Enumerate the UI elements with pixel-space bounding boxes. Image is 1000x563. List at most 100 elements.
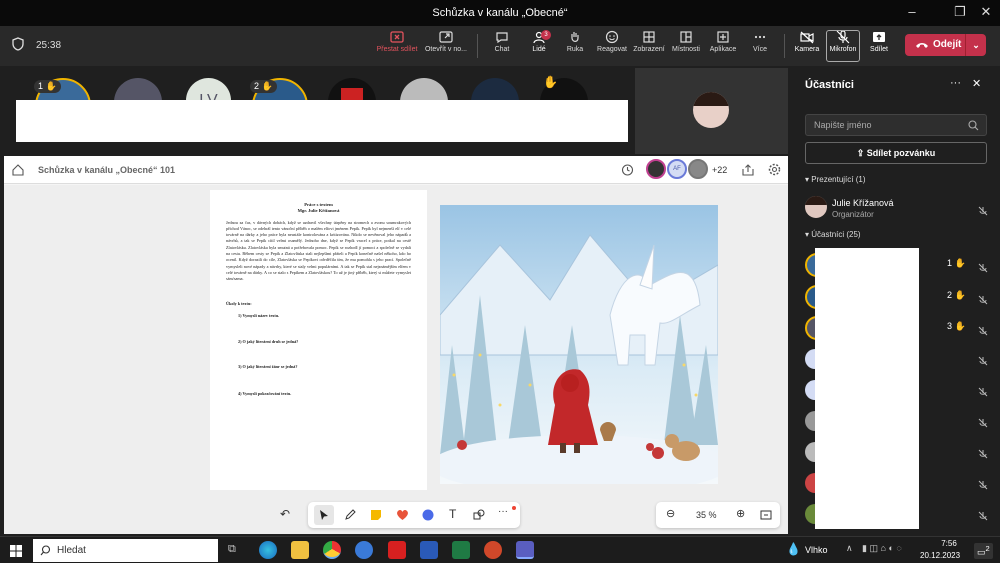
raised-hand-badge: 3 ✋ [947,321,966,331]
panel-more-icon[interactable]: ··· [950,77,961,89]
pen-icon[interactable] [344,509,356,521]
maximize-icon[interactable]: ❐ [950,4,970,20]
weather-text[interactable]: Vlhko [805,545,828,555]
app-icon[interactable] [355,541,373,559]
presenters-section-toggle[interactable]: ▾ Prezentující (1) [805,175,866,184]
notification-center-icon[interactable]: ▭2 [974,543,993,559]
microphone-active-outline [826,30,860,62]
participant-search-input[interactable]: Napište jméno [805,114,987,136]
mic-off-icon[interactable] [978,260,988,278]
zoom-level: 35 % [696,510,717,520]
task-item: 4) Vymysli pokračování textu. [238,390,292,396]
redacted-names [815,248,919,529]
mic-off-icon[interactable] [978,384,988,402]
fit-to-screen-icon[interactable] [760,510,772,520]
close-icon[interactable]: ✕ [976,4,996,20]
collaborator-avatar[interactable] [646,159,666,179]
task-view-icon[interactable]: ⧉ [228,543,236,556]
mic-off-icon[interactable] [978,203,988,221]
home-icon[interactable] [12,164,24,176]
select-tool-button[interactable] [314,505,334,525]
notification-dot [512,506,516,510]
settings-gear-icon[interactable] [768,163,781,176]
edge-icon[interactable] [259,541,277,559]
zoom-in-icon[interactable]: ⊕ [736,507,745,520]
collaborator-avatar[interactable] [688,159,708,179]
reaction-heart-icon[interactable] [396,509,409,521]
hang-up-icon [916,43,928,48]
search-icon [968,120,979,131]
mic-off-icon[interactable] [978,292,988,310]
mic-off-icon[interactable] [978,415,988,433]
shared-content-area: Schůzka v kanálu „Obecné“ 101 AF +22 Prá… [4,156,788,534]
share-button[interactable]: Sdílet [857,30,901,53]
more-tools-icon[interactable]: ··· [498,506,508,517]
taskbar-search-input[interactable]: Hledat [33,539,218,562]
raised-hand-badge: 2 ✋ [947,290,966,300]
hair-shape [805,196,827,205]
clock-time[interactable]: 7:56 [933,539,965,548]
stop-sharing-button[interactable]: Přestat sdílet [375,30,419,53]
tray-chevron-icon[interactable]: ∧ [846,543,853,554]
minimize-icon[interactable]: – [902,4,922,19]
share-out-icon[interactable] [742,164,754,176]
mic-off-icon[interactable] [978,477,988,495]
comment-icon[interactable] [422,509,434,521]
panel-close-icon[interactable]: ✕ [972,77,981,90]
grid-icon [643,31,655,43]
clock-date[interactable]: 20.12.2023 [920,551,960,560]
share-invite-button[interactable]: ⇪ Sdílet pozvánku [805,142,987,164]
self-avatar [693,92,729,128]
open-window-icon [439,31,453,43]
collaborator-count[interactable]: +22 [712,165,727,175]
tray-icons[interactable]: ▮ ◫ ⌂ ◐ ◌ [862,543,902,554]
rooms-icon [680,31,692,43]
leave-options-chevron-icon[interactable]: ⌄ [965,34,986,56]
mic-off-icon[interactable] [978,446,988,464]
raised-hand-indicator: 2 ✋ [250,80,277,93]
presenter-avatar[interactable] [805,196,827,218]
presenter-role: Organizátor [832,210,874,219]
winter-illustration [440,205,718,484]
mic-off-icon[interactable] [978,353,988,371]
window-title: Schůzka v kanálu „Obecné“ [432,7,568,19]
teams-icon[interactable] [516,541,534,559]
attendees-section-toggle[interactable]: ▾ Účastníci (25) [805,230,861,239]
raised-hand-badge: 1 ✋ [947,258,966,268]
windows-start-icon[interactable] [10,545,22,557]
file-explorer-icon[interactable] [291,541,309,559]
mic-off-icon[interactable] [978,508,988,526]
whiteboard-toolbar: ↶ T ··· [280,502,520,528]
self-video-tile[interactable] [635,68,788,154]
leave-button[interactable]: Odejít ⌄ [905,34,986,56]
zoom-out-icon[interactable]: ⊖ [666,507,675,520]
tasks-heading: Úkoly k textu: [226,300,252,306]
mic-off-icon[interactable] [978,323,988,341]
task-item: 1) Vymysli název textu. [238,312,280,318]
task-item: 3) O jaký literární žánr se jedná? [238,364,298,370]
title-bar: Schůzka v kanálu „Obecné“ – ❐ ✕ [0,0,1000,26]
app-icon[interactable] [388,541,406,559]
word-icon[interactable] [420,541,438,559]
excel-icon[interactable] [452,541,470,559]
text-tool-icon[interactable]: T [449,507,456,521]
windows-taskbar: Hledat ⧉ 💧 Vlhko ∧ ▮ ◫ ⌂ ◐ ◌ 7:56 20.12.… [0,536,1000,563]
zoom-controls: ⊖ 35 % ⊕ [656,502,780,528]
document-body: Jednou za čas, v dávných dobách, když se… [226,219,411,282]
whiteboard-canvas[interactable]: Práce s textem Mgr. Julie Křížanová Jedn… [4,185,788,534]
pointer-icon [320,510,328,520]
smiley-icon [605,30,619,44]
presenter-name[interactable]: Julie Křížanová [832,198,894,208]
shapes-icon[interactable] [473,509,485,521]
chrome-icon[interactable] [323,541,341,559]
panel-title: Účastníci [805,79,854,91]
timer-icon[interactable] [621,163,634,176]
collaborator-initials[interactable]: AF [667,159,687,179]
more-button[interactable]: Více [738,30,782,53]
powerpoint-icon[interactable] [484,541,502,559]
document-author: Mgr. Julie Křížanová [297,208,340,214]
hair-shape [693,92,729,106]
undo-icon[interactable]: ↶ [280,507,290,521]
sticky-note-icon[interactable] [370,509,382,521]
open-in-new-window-button[interactable]: Otevřít v no... [424,30,468,53]
